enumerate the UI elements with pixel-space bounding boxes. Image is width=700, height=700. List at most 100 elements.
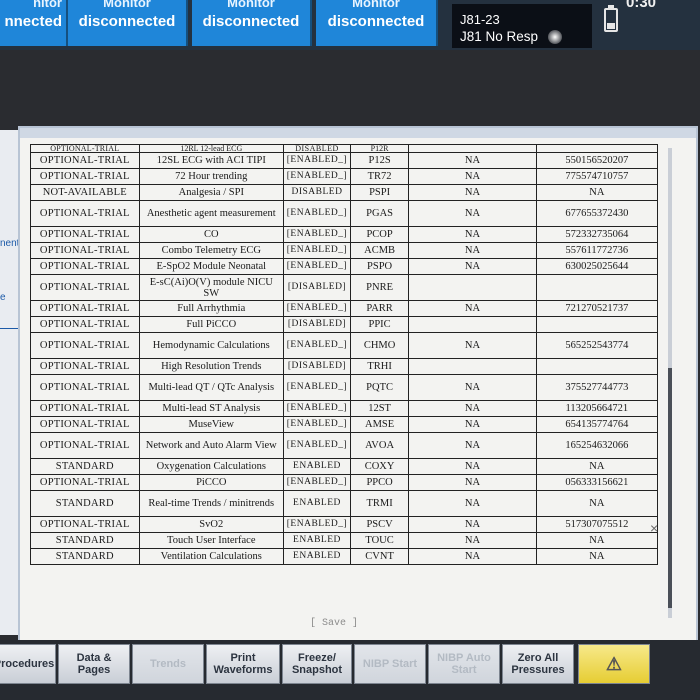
option-code-cell: PGAS <box>349 200 410 227</box>
data-pages-button[interactable]: Data & Pages <box>58 644 130 684</box>
license-type-cell: OPTIONAL-TRIAL <box>30 152 140 169</box>
table-scrollbar[interactable] <box>668 148 672 618</box>
option-name-cell: Full Arrhythmia <box>138 300 285 317</box>
license-type-cell: OPTIONAL-TRIAL <box>30 474 140 491</box>
table-row[interactable]: OPTIONAL-TRIAL E-sC(Ai)O(V) module NICU S… <box>30 274 659 301</box>
option-status-cell[interactable]: [ENABLED_] <box>283 474 351 491</box>
option-status-cell[interactable]: [ENABLED_] <box>283 374 351 401</box>
license-type-cell: NOT-AVAILABLE <box>30 184 140 201</box>
license-key-cell <box>535 144 659 153</box>
freeze-snapshot-button[interactable]: Freeze/ Snapshot <box>282 644 352 684</box>
close-icon[interactable]: × <box>650 520 658 536</box>
table-row[interactable]: OPTIONAL-TRIAL SvO2 [ENABLED_] PSCV NA 517307… <box>30 516 659 533</box>
license-key-cell: 630025025644 <box>535 258 659 275</box>
option-code-cell: COXY <box>349 458 410 475</box>
table-row[interactable]: OPTIONAL-TRIAL 12RL 12-lead ECG DISABLED P1… <box>30 144 659 153</box>
license-type-cell: OPTIONAL-TRIAL <box>30 416 140 433</box>
nibp-start-button[interactable]: NIBP Start <box>354 644 426 684</box>
table-row[interactable]: OPTIONAL-TRIAL Multi-lead QT / QTc Analys… <box>30 374 659 401</box>
na-cell: NA <box>408 516 537 533</box>
na-cell: NA <box>408 474 537 491</box>
license-type-cell: OPTIONAL-TRIAL <box>30 516 140 533</box>
option-status-cell[interactable]: [ENABLED_] <box>283 242 351 259</box>
option-status-cell[interactable]: DISABLED <box>283 184 351 201</box>
na-cell <box>408 274 537 301</box>
option-status-cell[interactable]: [ENABLED_] <box>283 400 351 417</box>
table-row[interactable]: STANDARD Touch User Interface ENABLED TOUC N… <box>30 532 659 549</box>
na-cell: NA <box>408 300 537 317</box>
table-row[interactable]: OPTIONAL-TRIAL Combo Telemetry ECG [ENABLE… <box>30 242 659 259</box>
zero-all-pressures-button[interactable]: Zero All Pressures <box>502 644 574 684</box>
table-row[interactable]: OPTIONAL-TRIAL High Resolution Trends [DIS… <box>30 358 659 375</box>
option-code-cell: PSPO <box>349 258 410 275</box>
option-status-cell[interactable]: ENABLED <box>283 532 351 549</box>
table-row[interactable]: STANDARD Real-time Trends / minitrends ENA… <box>30 490 659 517</box>
option-status-cell[interactable]: [ENABLED_] <box>283 258 351 275</box>
option-status-cell[interactable]: DISABLED <box>283 144 351 153</box>
table-row[interactable]: OPTIONAL-TRIAL Hemodynamic Calculations [E… <box>30 332 659 359</box>
table-row[interactable]: OPTIONAL-TRIAL 72 Hour trending [ENABLED_]… <box>30 168 659 185</box>
table-row[interactable]: OPTIONAL-TRIAL Multi-lead ST Analysis [ENA… <box>30 400 659 417</box>
license-key-cell: NA <box>535 184 659 201</box>
license-key-cell: 550156520207 <box>535 152 659 169</box>
clock: 0:30 <box>626 0 657 11</box>
option-status-cell[interactable]: [ENABLED_] <box>283 168 351 185</box>
na-cell: NA <box>408 432 537 459</box>
table-row[interactable]: STANDARD Oxygenation Calculations ENABLED C… <box>30 458 659 475</box>
alarm-bed-label: J81-23 <box>460 12 500 27</box>
table-row[interactable]: OPTIONAL-TRIAL Full Arrhythmia [ENABLED_] P… <box>30 300 659 317</box>
option-name-cell: E-sC(Ai)O(V) module NICU SW <box>138 274 285 301</box>
option-name-cell: 12SL ECG with ACI TIPI <box>138 152 285 169</box>
option-status-cell[interactable]: [DISABLED] <box>283 274 351 301</box>
monitor-tile-2[interactable]: Monitor disconnected <box>192 0 312 46</box>
option-status-cell[interactable]: [ENABLED_] <box>283 516 351 533</box>
option-status-cell[interactable]: [ENABLED_] <box>283 332 351 359</box>
option-status-cell[interactable]: ENABLED <box>283 548 351 565</box>
option-status-cell[interactable]: [DISABLED] <box>283 358 351 375</box>
option-code-cell: PSCV <box>349 516 410 533</box>
table-row[interactable]: OPTIONAL-TRIAL Anesthetic agent measureme… <box>30 200 659 227</box>
table-row[interactable]: NOT-AVAILABLE Analgesia / SPI DISABLED PSPI… <box>30 184 659 201</box>
option-name-cell: Oxygenation Calculations <box>138 458 285 475</box>
table-row[interactable]: OPTIONAL-TRIAL MuseView [ENABLED_] AMSE NA 65… <box>30 416 659 433</box>
option-status-cell[interactable]: [DISABLED] <box>283 316 351 333</box>
trends-button[interactable]: Trends <box>132 644 204 684</box>
license-key-cell: 721270521737 <box>535 300 659 317</box>
license-type-cell: OPTIONAL-TRIAL <box>30 432 140 459</box>
license-key-cell <box>535 358 659 375</box>
option-name-cell: Multi-lead QT / QTc Analysis <box>138 374 285 401</box>
monitor-tile-title: Monitor <box>352 0 400 10</box>
alarm-message-box[interactable]: J81-23 J81 No Resp <box>452 4 592 48</box>
alarm-silence-button[interactable]: ⚠ <box>578 644 650 684</box>
option-status-cell[interactable]: [ENABLED_] <box>283 300 351 317</box>
table-row[interactable]: OPTIONAL-TRIAL Network and Auto Alarm Vie… <box>30 432 659 459</box>
save-button[interactable]: [ Save ] <box>310 618 358 629</box>
na-cell: NA <box>408 400 537 417</box>
na-cell: NA <box>408 184 537 201</box>
option-status-cell[interactable]: [ENABLED_] <box>283 416 351 433</box>
option-status-cell[interactable]: [ENABLED_] <box>283 200 351 227</box>
option-status-cell[interactable]: ENABLED <box>283 458 351 475</box>
scrollbar-thumb[interactable] <box>668 368 672 608</box>
table-row[interactable]: OPTIONAL-TRIAL CO [ENABLED_] PCOP NA 57233273… <box>30 226 659 243</box>
table-row[interactable]: OPTIONAL-TRIAL PiCCO [ENABLED_] PPCO NA 05633… <box>30 474 659 491</box>
table-row[interactable]: OPTIONAL-TRIAL 12SL ECG with ACI TIPI [ENA… <box>30 152 659 169</box>
monitor-tile-0[interactable]: nitor nnected <box>0 0 68 46</box>
monitor-tile-1[interactable]: Monitor disconnected <box>68 0 188 46</box>
license-type-cell: OPTIONAL-TRIAL <box>30 400 140 417</box>
table-row[interactable]: OPTIONAL-TRIAL Full PiCCO [DISABLED] PPIC <box>30 316 659 333</box>
print-waveforms-button[interactable]: Print Waveforms <box>206 644 280 684</box>
option-status-cell[interactable]: ENABLED <box>283 490 351 517</box>
monitor-tile-status: disconnected <box>202 13 300 30</box>
table-row[interactable]: STANDARD Ventilation Calculations ENABLED C… <box>30 548 659 565</box>
monitor-tile-3[interactable]: Monitor disconnected <box>316 0 438 46</box>
na-cell: NA <box>408 200 537 227</box>
option-status-cell[interactable]: [ENABLED_] <box>283 432 351 459</box>
license-type-cell: OPTIONAL-TRIAL <box>30 258 140 275</box>
option-code-cell: CHMO <box>349 332 410 359</box>
option-status-cell[interactable]: [ENABLED_] <box>283 152 351 169</box>
nibp-auto-start-button[interactable]: NIBP Auto Start <box>428 644 500 684</box>
option-status-cell[interactable]: [ENABLED_] <box>283 226 351 243</box>
procedures-button[interactable]: Procedures <box>0 644 56 684</box>
table-row[interactable]: OPTIONAL-TRIAL E-SpO2 Module Neonatal [ENA… <box>30 258 659 275</box>
